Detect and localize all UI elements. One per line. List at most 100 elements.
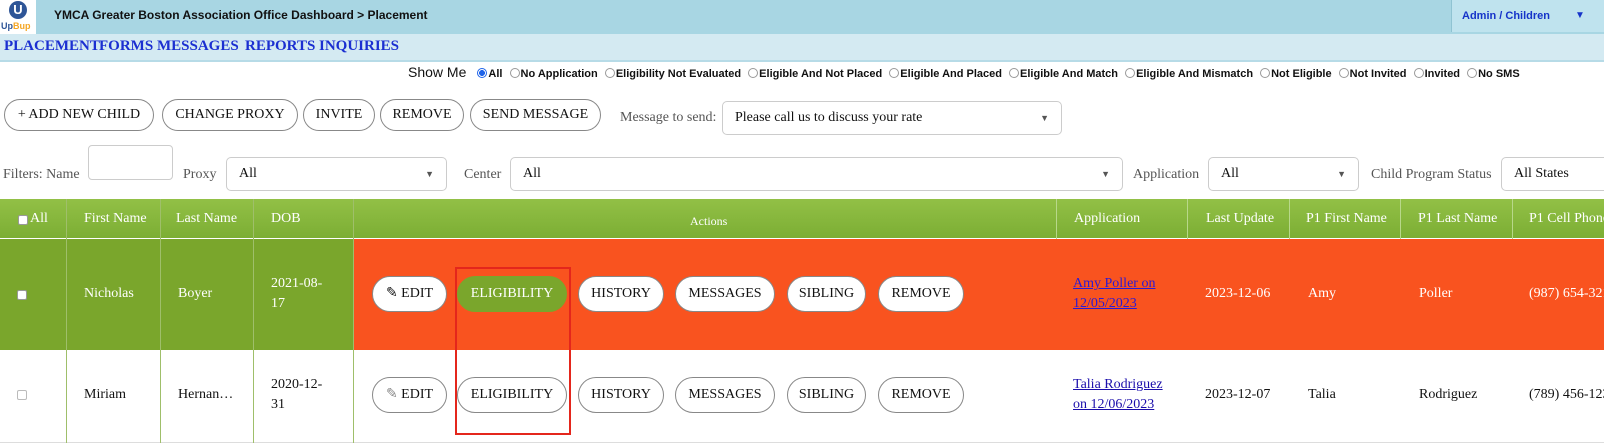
column-divider — [66, 199, 67, 443]
first-name-cell: Miriam — [84, 387, 126, 402]
radio-no-sms[interactable] — [1467, 68, 1478, 78]
remove-row-button[interactable]: REMOVE — [878, 377, 964, 413]
last-name-cell: Hernan… — [178, 387, 234, 402]
add-new-child-button[interactable]: + ADD NEW CHILD — [4, 99, 154, 131]
application-link-line: Talia Rodriguez — [1073, 377, 1163, 392]
logo-wordmark: UpBup — [1, 21, 31, 31]
remove-button[interactable]: REMOVE — [380, 99, 464, 131]
application-link-line: Amy Poller on — [1073, 276, 1156, 291]
radio-invited[interactable] — [1413, 68, 1424, 78]
header-p1-first-name[interactable]: P1 First Name — [1306, 199, 1387, 238]
header-last-update[interactable]: Last Update — [1206, 199, 1274, 238]
column-divider — [1187, 199, 1188, 239]
change-proxy-button[interactable]: CHANGE PROXY — [162, 99, 298, 131]
send-message-button[interactable]: SEND MESSAGE — [470, 99, 601, 131]
select-all-checkbox[interactable] — [18, 215, 28, 225]
header-first-name[interactable]: First Name — [84, 199, 147, 238]
filter-status-label: Child Program Status — [1371, 167, 1492, 182]
radio-eligible-mismatch[interactable] — [1125, 68, 1136, 78]
column-divider — [160, 199, 161, 443]
p1-first-name-cell: Amy — [1308, 286, 1336, 301]
column-divider — [1512, 199, 1513, 239]
application-link-line: on 12/06/2023 — [1073, 397, 1155, 412]
p1-first-name-cell: Talia — [1308, 387, 1336, 402]
messages-button[interactable]: MESSAGES — [675, 377, 775, 413]
proxy-filter-value: All — [239, 166, 257, 181]
filter-center-label: Center — [464, 167, 502, 182]
dob-line: 2020-12- — [271, 377, 323, 392]
message-template-select[interactable]: Please call us to discuss your rate ▼ — [722, 101, 1062, 135]
filter-application-label: Application — [1133, 167, 1200, 182]
option-label: Eligible And Not Placed — [759, 68, 883, 80]
edit-button[interactable]: ✎ EDIT — [372, 276, 447, 312]
name-filter-input[interactable] — [88, 145, 173, 180]
radio-not-invited[interactable] — [1338, 68, 1349, 78]
option-label: Invited — [1424, 68, 1461, 80]
upbup-logo[interactable]: U UpBup — [0, 0, 36, 34]
program-status-filter-select[interactable]: All States — [1501, 157, 1604, 191]
application-filter-select[interactable]: All ▼ — [1208, 157, 1359, 191]
center-filter-select[interactable]: All ▼ — [510, 157, 1123, 191]
remove-row-button[interactable]: REMOVE — [878, 276, 964, 312]
sibling-button[interactable]: SIBLING — [787, 377, 866, 413]
table-header: All First Name Last Name DOB Actions App… — [0, 199, 1604, 238]
messages-button[interactable]: MESSAGES — [675, 276, 775, 312]
invite-button[interactable]: INVITE — [303, 99, 375, 131]
radio-all[interactable] — [477, 68, 488, 78]
radio-eligible-placed[interactable] — [889, 68, 900, 78]
top-header: U UpBup YMCA Greater Boston Association … — [0, 0, 1604, 34]
header-last-name[interactable]: Last Name — [176, 199, 237, 238]
breadcrumb: YMCA Greater Boston Association Office D… — [54, 8, 428, 22]
center-filter-value: All — [523, 166, 541, 181]
option-label: No Application — [520, 68, 598, 80]
radio-eligible-not-placed[interactable] — [748, 68, 759, 78]
edit-button[interactable]: ✎ EDIT — [372, 377, 447, 413]
sibling-button[interactable]: SIBLING — [787, 276, 866, 312]
nav-forms[interactable]: FORMS — [99, 38, 153, 55]
dob-line: 31 — [271, 397, 285, 412]
last-update-cell: 2023-12-07 — [1205, 387, 1271, 402]
p1-last-name-cell: Rodriguez — [1419, 387, 1478, 402]
radio-eligible-match[interactable] — [1009, 68, 1020, 78]
logo-mark: U — [9, 1, 27, 19]
column-divider — [353, 199, 354, 443]
radio-eligibility-not-evaluated[interactable] — [604, 68, 615, 78]
dob-line: 17 — [271, 296, 285, 311]
show-me-label: Show Me — [408, 64, 467, 80]
nav-inquiries[interactable]: INQUIRIES — [319, 38, 399, 55]
chevron-down-icon: ▼ — [1101, 169, 1110, 179]
show-me-filter: Show Me All No Application Eligibility N… — [408, 64, 1520, 80]
header-p1-last-name[interactable]: P1 Last Name — [1418, 199, 1497, 238]
header-application[interactable]: Application — [1074, 199, 1140, 238]
option-label: Not Eligible — [1271, 68, 1332, 80]
column-divider — [253, 199, 254, 443]
user-role-dropdown[interactable]: Admin / Children ▼ — [1451, 0, 1604, 32]
header-dob[interactable]: DOB — [271, 199, 301, 238]
row-checkbox[interactable] — [17, 390, 27, 400]
nav-messages[interactable]: MESSAGES — [157, 38, 239, 55]
history-button[interactable]: HISTORY — [578, 276, 664, 312]
header-actions: Actions — [690, 214, 728, 228]
proxy-filter-select[interactable]: All ▼ — [226, 157, 447, 191]
nav-placement[interactable]: PLACEMENT — [4, 38, 100, 55]
pencil-icon: ✎ — [385, 286, 398, 301]
history-button[interactable]: HISTORY — [578, 377, 664, 413]
header-all: All — [30, 211, 48, 226]
option-label: All — [488, 68, 503, 80]
row-checkbox[interactable] — [17, 290, 27, 300]
application-link[interactable]: Amy Poller on 12/05/2023 — [1073, 274, 1155, 314]
edit-label: EDIT — [401, 387, 434, 402]
edit-label: EDIT — [401, 286, 434, 301]
application-link[interactable]: Talia Rodriguez on 12/06/2023 — [1073, 375, 1163, 415]
pencil-icon: ✎ — [385, 387, 398, 402]
header-p1-cell-phone[interactable]: P1 Cell Phone — [1529, 199, 1604, 238]
option-label: No SMS — [1478, 68, 1520, 80]
first-name-cell: Nicholas — [84, 286, 134, 301]
radio-not-eligible[interactable] — [1260, 68, 1271, 78]
main-nav: PLACEMENT FORMS MESSAGES REPORTS INQUIRI… — [0, 34, 1604, 62]
p1-cell-phone-cell: (987) 654-3210 — [1529, 286, 1604, 301]
option-label: Eligible And Placed — [900, 68, 1002, 80]
nav-reports[interactable]: REPORTS — [245, 38, 315, 55]
radio-no-application[interactable] — [509, 68, 520, 78]
p1-cell-phone-cell: (789) 456-1230 — [1529, 387, 1604, 402]
